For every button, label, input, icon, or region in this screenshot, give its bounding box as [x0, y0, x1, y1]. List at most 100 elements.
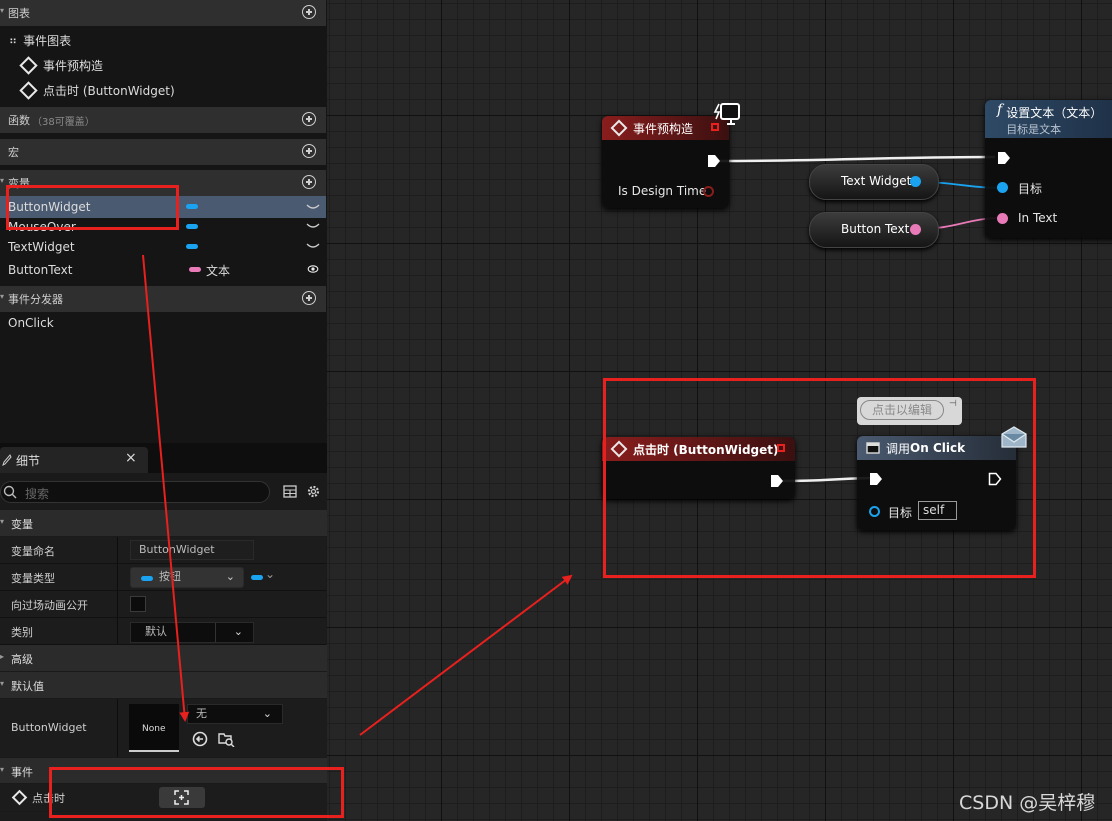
add-function-icon[interactable]	[302, 112, 316, 126]
graph-item-label: 点击时 (ButtonWidget)	[43, 83, 175, 98]
node-title: 事件预构造	[633, 121, 694, 136]
event-graph-canvas[interactable]: 事件预构造 Is Design Time f 设置文本（文本） 目标是文本 目标…	[327, 0, 1112, 821]
event-icon	[11, 789, 28, 806]
variable-name: TextWidget	[8, 240, 75, 254]
details-tab[interactable]: 细节 ×	[0, 447, 148, 473]
pencil-icon	[2, 454, 12, 466]
chevron-down-icon[interactable]: ⌄	[234, 623, 243, 641]
annotation-box-event	[49, 767, 344, 818]
asset-thumbnail[interactable]: None	[129, 704, 179, 752]
node-set-text[interactable]: f 设置文本（文本） 目标是文本 目标 In Text	[985, 100, 1112, 238]
row-label: 类别	[11, 626, 33, 639]
object-out-pin[interactable]	[910, 176, 921, 187]
row-category: 类别 默认 ⌄	[0, 618, 326, 645]
target-in-pin[interactable]	[997, 182, 1008, 193]
node-event-preconstruct[interactable]: 事件预构造 Is Design Time	[602, 116, 729, 208]
macros-category[interactable]: 宏	[0, 139, 326, 165]
thumbnail-label: None	[142, 724, 166, 734]
category-combo[interactable]: 默认 ⌄	[130, 622, 254, 643]
variable-name-field[interactable]: ButtonWidget	[130, 540, 254, 560]
intext-in-pin[interactable]	[997, 213, 1008, 224]
section-advanced-header[interactable]: ▸ 高级	[0, 645, 327, 671]
close-tab-icon[interactable]: ×	[125, 450, 137, 466]
functions-category[interactable]: 函数 （38可覆盖）	[0, 107, 326, 133]
section-title: 高级	[11, 653, 33, 666]
row-expose-cinematics: 向过场动画公开	[0, 591, 326, 618]
event-graph-icon: ⠶	[9, 33, 18, 47]
eye-closed-icon[interactable]	[306, 242, 320, 250]
dispatcher-item-onclick[interactable]: OnClick	[0, 312, 326, 334]
container-type-dropdown[interactable]: ⌄	[249, 567, 279, 586]
browse-asset-icon[interactable]	[218, 731, 235, 747]
node-title: Button Text	[841, 222, 910, 236]
add-macro-icon[interactable]	[302, 144, 316, 158]
watermark: CSDN @吴梓穆	[959, 792, 1096, 814]
row-default-value: ButtonWidget None 无 ⌄	[0, 699, 327, 757]
exec-in-pin[interactable]	[997, 151, 1011, 165]
section-title: 默认值	[11, 680, 44, 693]
object-type-pill	[186, 224, 198, 229]
asset-picker-value: 无	[196, 707, 207, 720]
variable-type-label: 文本	[206, 264, 231, 278]
dispatcher-name: OnClick	[8, 316, 54, 330]
pin-label: Is Design Time	[618, 184, 707, 198]
pin-label: 目标	[1018, 182, 1043, 196]
chevron-down-icon: ⌄	[265, 567, 276, 581]
gear-icon[interactable]	[306, 484, 321, 499]
section-title: 事件	[11, 766, 33, 779]
add-variable-icon[interactable]	[302, 175, 316, 189]
functions-header: 函数	[8, 114, 30, 127]
section-defaults-header[interactable]: ▾ 默认值	[0, 672, 327, 698]
annotation-box-graph	[603, 378, 1036, 578]
variable-type-dropdown[interactable]: 按钮 ⌄	[130, 567, 244, 588]
eye-closed-icon[interactable]	[306, 222, 320, 230]
eye-open-icon[interactable]	[306, 265, 320, 273]
node-header: f 设置文本（文本） 目标是文本	[985, 100, 1112, 138]
node-subtitle: 目标是文本	[1006, 123, 1062, 136]
editor-only-monitor-icon	[713, 103, 740, 125]
macros-header: 宏	[8, 146, 19, 159]
details-search-input[interactable]: 搜索	[0, 481, 270, 503]
graph-item-label: 事件预构造	[43, 58, 104, 73]
event-icon	[610, 119, 628, 137]
pin-label: In Text	[1018, 211, 1058, 225]
details-panel: 细节 × 搜索 ▾ 变量 变量命名 ButtonWidget 变量类型 按钮 ⌄	[0, 443, 327, 821]
node-get-textwidget[interactable]: Text Widget	[809, 164, 939, 200]
dispatchers-category[interactable]: ▾ 事件分发器	[0, 286, 326, 312]
collapse-arrow-icon[interactable]: ▾	[0, 176, 4, 185]
search-icon	[3, 485, 17, 499]
node-title: Text Widget	[841, 174, 912, 188]
section-variable-header[interactable]: ▾ 变量	[0, 510, 327, 536]
variable-item-textwidget[interactable]: TextWidget	[0, 236, 326, 258]
function-icon: f	[997, 102, 1003, 118]
variable-name: ButtonText	[8, 263, 73, 277]
asset-picker-combo[interactable]: 无 ⌄	[187, 704, 283, 724]
node-header: 事件预构造	[602, 116, 729, 140]
collapse-arrow-icon[interactable]: ▾	[0, 6, 4, 15]
row-label: 变量类型	[11, 572, 55, 585]
eye-closed-icon[interactable]	[306, 203, 320, 211]
object-type-pill	[186, 244, 198, 249]
my-blueprint-panel: ▾ 图表 ⠶ 事件图表 事件预构造 点击时 (ButtonWidget) 函数 …	[0, 0, 327, 821]
event-icon	[19, 80, 38, 100]
graph-item-onclick[interactable]: 点击时 (ButtonWidget)	[0, 79, 326, 101]
variable-type-value: 按钮	[159, 570, 181, 583]
expose-checkbox[interactable]	[130, 596, 146, 612]
node-get-buttontext[interactable]: Button Text	[809, 212, 939, 248]
node-title: 设置文本（文本）	[1006, 106, 1103, 120]
bool-out-pin[interactable]	[703, 186, 714, 197]
graphs-category[interactable]: ▾ 图表	[0, 0, 326, 26]
add-dispatcher-icon[interactable]	[302, 291, 316, 305]
object-type-pill	[186, 204, 198, 209]
functions-override-count: （38可覆盖）	[32, 116, 95, 128]
exec-out-pin[interactable]	[707, 154, 721, 168]
graph-item-event-graph[interactable]: ⠶ 事件图表	[0, 29, 326, 51]
table-view-icon[interactable]	[283, 485, 297, 498]
graph-item-preconstruct[interactable]: 事件预构造	[0, 54, 326, 76]
row-label: 向过场动画公开	[11, 599, 88, 612]
variable-item-buttontext[interactable]: ButtonText 文本	[0, 259, 326, 281]
collapse-arrow-icon[interactable]: ▾	[0, 292, 4, 301]
use-selected-icon[interactable]	[192, 731, 208, 747]
add-graph-icon[interactable]	[302, 5, 316, 19]
text-out-pin[interactable]	[910, 224, 921, 235]
